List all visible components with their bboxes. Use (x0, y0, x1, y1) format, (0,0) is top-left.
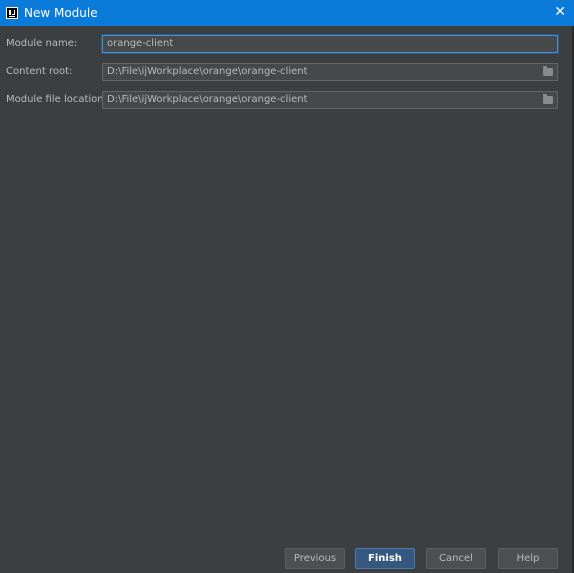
content-root-label: Content root: (6, 66, 73, 77)
title-bar: New Module ✕ (0, 0, 574, 26)
module-name-row: Module name: orange-client (0, 34, 574, 54)
cancel-button[interactable]: Cancel (426, 548, 486, 569)
content-root-value: D:\File\ijWorkplace\orange\orange-client (107, 66, 308, 77)
new-module-dialog: New Module ✕ Module name: orange-client … (0, 0, 574, 573)
folder-icon[interactable] (543, 66, 553, 76)
content-root-row: Content root: D:\File\ijWorkplace\orange… (0, 62, 574, 82)
help-button[interactable]: Help (498, 548, 558, 569)
module-file-location-input[interactable]: D:\File\ijWorkplace\orange\orange-client (102, 91, 558, 109)
content-root-input[interactable]: D:\File\ijWorkplace\orange\orange-client (102, 63, 558, 81)
intellij-app-icon (6, 7, 18, 19)
folder-icon[interactable] (543, 94, 553, 104)
module-file-location-label: Module file location: (6, 94, 107, 105)
module-file-location-value: D:\File\ijWorkplace\orange\orange-client (107, 94, 308, 105)
close-button[interactable]: ✕ (554, 5, 566, 19)
module-name-label: Module name: (6, 38, 78, 49)
module-name-input[interactable]: orange-client (102, 35, 558, 53)
module-file-location-row: Module file location: D:\File\ijWorkplac… (0, 90, 574, 110)
dialog-title: New Module (24, 6, 98, 20)
finish-button[interactable]: Finish (355, 548, 415, 569)
previous-button[interactable]: Previous (285, 548, 345, 569)
